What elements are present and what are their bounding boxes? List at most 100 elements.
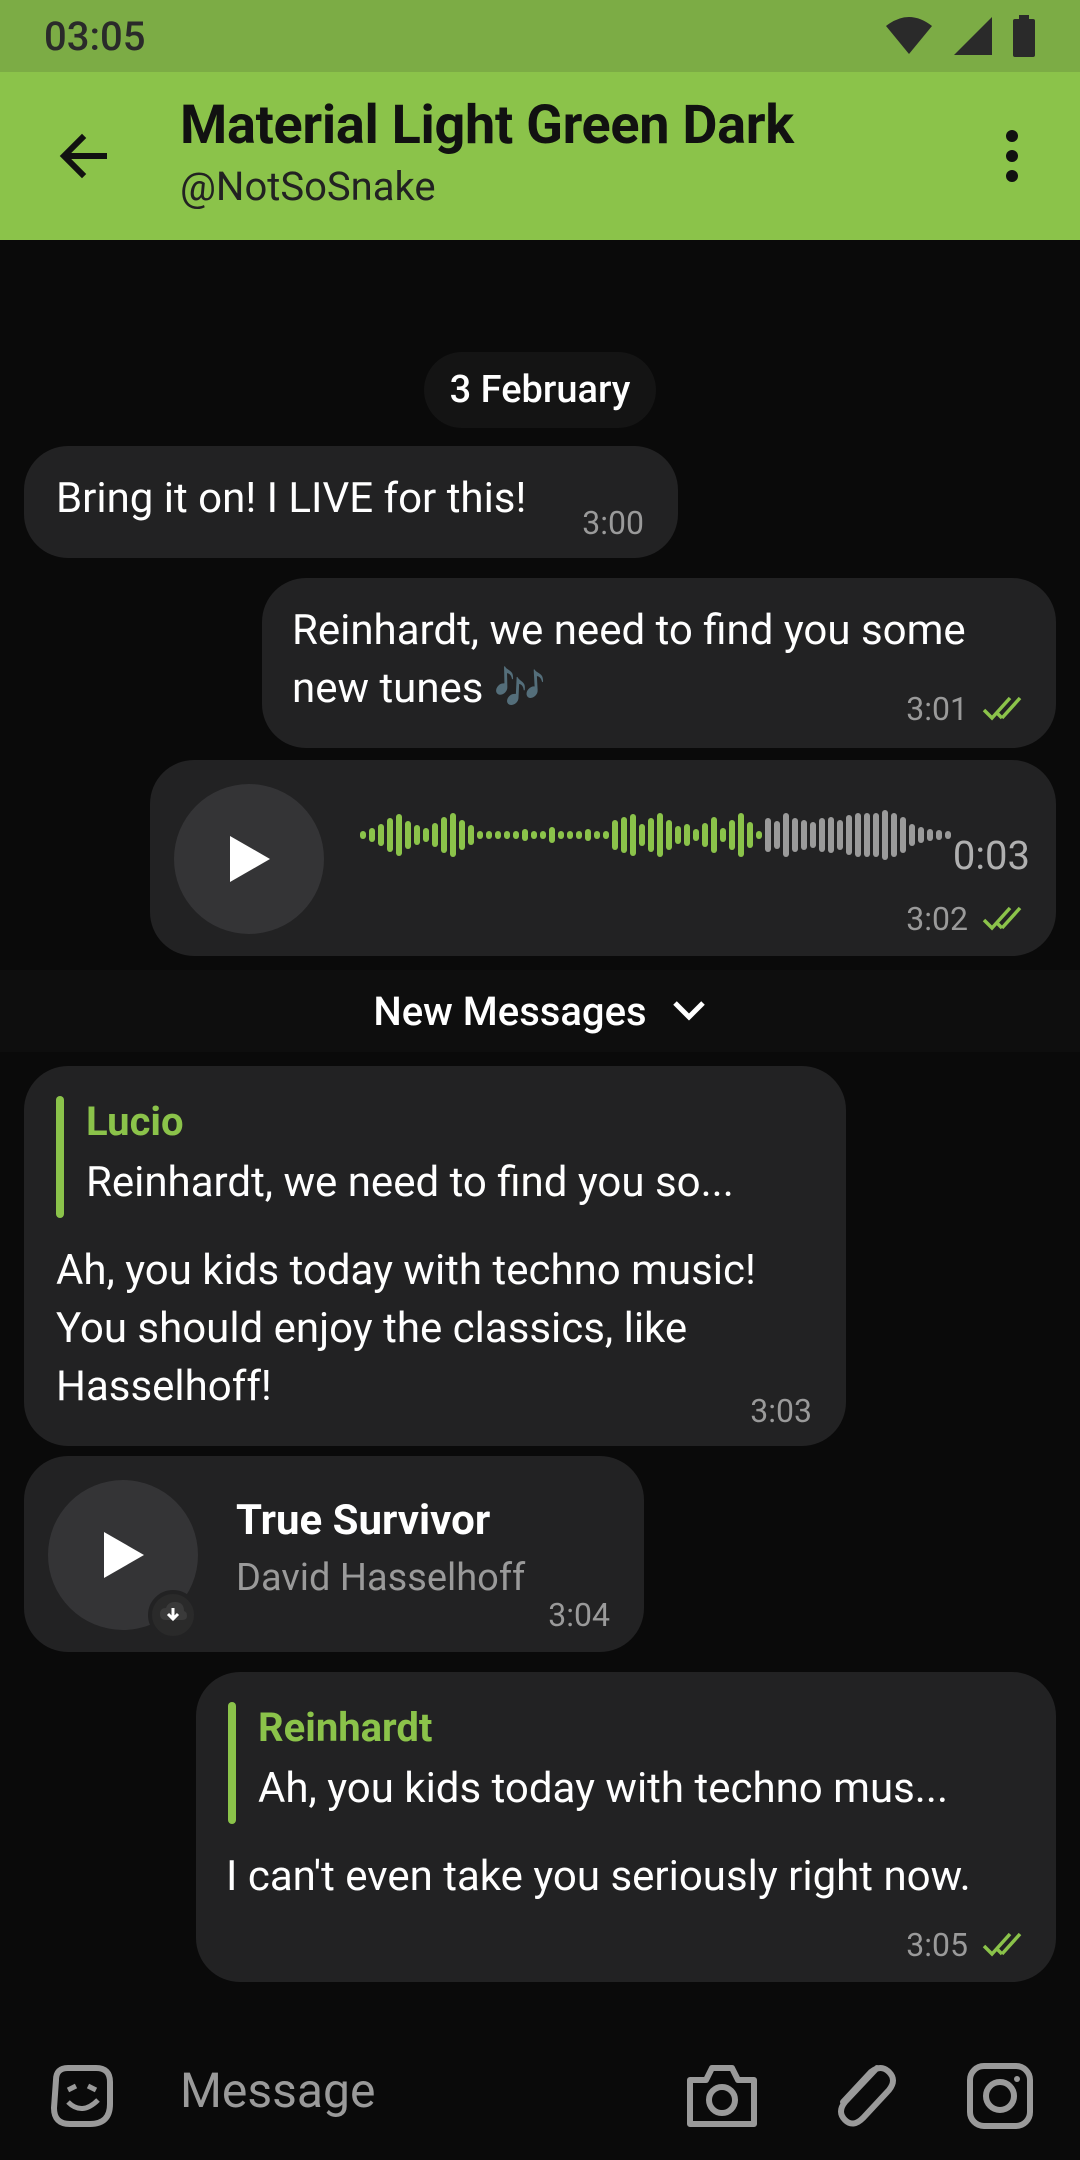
camera-icon [687, 2065, 757, 2127]
download-badge[interactable] [148, 1590, 198, 1640]
emoji-button[interactable] [42, 2056, 122, 2136]
waveform-bar [459, 820, 465, 850]
app-bar: Material Light Green Dark @NotSoSnake [0, 72, 1080, 240]
message-time: 3:04 [548, 1596, 610, 1634]
waveform-bar [360, 831, 366, 839]
waveform-bar [414, 825, 420, 845]
waveform-bar [441, 817, 447, 853]
back-button[interactable] [52, 124, 116, 188]
date-separator: 3 February [424, 352, 656, 428]
message-bubble-outgoing[interactable]: Reinhardt, we need to find you some new … [262, 578, 1056, 748]
waveform-bar [765, 818, 771, 852]
message-time: 3:03 [750, 1392, 812, 1430]
waveform-bar [603, 831, 609, 839]
waveform-bar [639, 824, 645, 846]
waveform-bar [819, 818, 825, 852]
waveform-bar [405, 821, 411, 849]
waveform-bar [864, 813, 870, 857]
battery-icon [1013, 15, 1035, 57]
message-text-line-3: Hasselhoff! [56, 1362, 272, 1411]
message-text: Bring it on! I LIVE for this! [56, 474, 527, 523]
more-vert-icon [1006, 130, 1018, 182]
status-bar: 03:05 [0, 0, 1080, 72]
waveform-bar [693, 829, 699, 841]
more-options-button[interactable] [980, 124, 1044, 188]
message-meta: 3:00 [582, 504, 644, 542]
waveform-bar [549, 827, 555, 843]
waveform-bar [891, 813, 897, 857]
waveform-bar [702, 823, 708, 847]
waveform-bar [882, 810, 888, 860]
waveform-bar [423, 828, 429, 842]
signal-icon [954, 17, 992, 55]
waveform-bar [477, 831, 483, 839]
waveform-bar [648, 818, 654, 852]
voice-message-bubble[interactable]: 0:03 3:02 [150, 760, 1056, 956]
waveform-bar [711, 817, 717, 853]
play-icon [230, 836, 270, 882]
waveform-bar [828, 817, 834, 853]
waveform-bar [792, 818, 798, 852]
waveform-bar [936, 830, 942, 840]
waveform-bar [504, 831, 510, 839]
message-meta: 3:02 [906, 900, 1032, 938]
reply-preview: Ah, you kids today with techno mus... [258, 1764, 949, 1813]
waveform-bar [513, 831, 519, 839]
download-icon [160, 1602, 187, 1622]
message-bubble-outgoing[interactable]: Reinhardt Ah, you kids today with techno… [196, 1672, 1056, 1982]
play-icon [104, 1532, 144, 1578]
sticker-emoji-icon [50, 2065, 113, 2127]
waveform-bar [774, 821, 780, 849]
message-bubble-incoming[interactable]: Bring it on! I LIVE for this! 3:00 [24, 446, 678, 558]
waveform-bar [783, 813, 789, 857]
waveform-bar [567, 831, 573, 839]
message-bubble-incoming[interactable]: Lucio Reinhardt, we need to find you so.… [24, 1066, 846, 1446]
waveform-bar [738, 813, 744, 857]
message-meta: 3:03 [750, 1392, 812, 1430]
waveform-bar [522, 829, 528, 841]
waveform-bar [396, 814, 402, 856]
voice-waveform[interactable] [360, 808, 951, 862]
waveform-bar [873, 813, 879, 857]
audio-file-bubble[interactable]: True Survivor David Hasselhoff 3:04 [24, 1456, 644, 1652]
voice-play-button[interactable] [174, 784, 324, 934]
camera-button[interactable] [682, 2056, 762, 2136]
waveform-bar [810, 822, 816, 848]
audio-artist: David Hasselhoff [236, 1556, 526, 1600]
waveform-bar [720, 828, 726, 842]
instagram-icon [967, 2063, 1033, 2129]
waveform-bar [378, 824, 384, 846]
waveform-bar [621, 817, 627, 853]
waveform-bar [531, 831, 537, 839]
attach-button[interactable] [822, 2056, 902, 2136]
double-check-icon [982, 696, 1022, 721]
status-icons [884, 15, 1036, 57]
status-time: 03:05 [44, 12, 146, 60]
waveform-bar [918, 827, 924, 843]
waveform-bar [540, 831, 546, 839]
arrow-back-icon [59, 133, 107, 179]
waveform-bar [585, 829, 591, 841]
message-meta: 3:05 [906, 1926, 1032, 1964]
instagram-button[interactable] [960, 2056, 1040, 2136]
message-time: 3:00 [582, 504, 644, 542]
message-input[interactable]: Message [180, 2062, 375, 2119]
waveform-bar [900, 817, 906, 853]
voice-duration: 0:03 [952, 832, 1030, 879]
message-text-line-2: You should enjoy the classics, like [56, 1304, 688, 1353]
message-text-line-1: Ah, you kids today with techno music! [56, 1246, 756, 1295]
waveform-bar [450, 813, 456, 857]
message-text-line-2: new tunes 🎶 [292, 664, 547, 713]
waveform-bar [909, 824, 915, 846]
message-text: I can't even take you seriously right no… [226, 1852, 971, 1901]
chat-header[interactable]: Material Light Green Dark @NotSoSnake [180, 94, 794, 210]
double-check-icon [982, 1932, 1022, 1957]
paperclip-icon [838, 2065, 896, 2127]
message-meta: 3:01 [906, 690, 1032, 728]
wifi-icon [886, 17, 932, 54]
new-messages-divider[interactable]: New Messages [0, 970, 1080, 1052]
waveform-bar [729, 820, 735, 850]
chevron-down-icon [672, 1001, 705, 1021]
waveform-bar [432, 823, 438, 847]
waveform-bar [594, 831, 600, 839]
